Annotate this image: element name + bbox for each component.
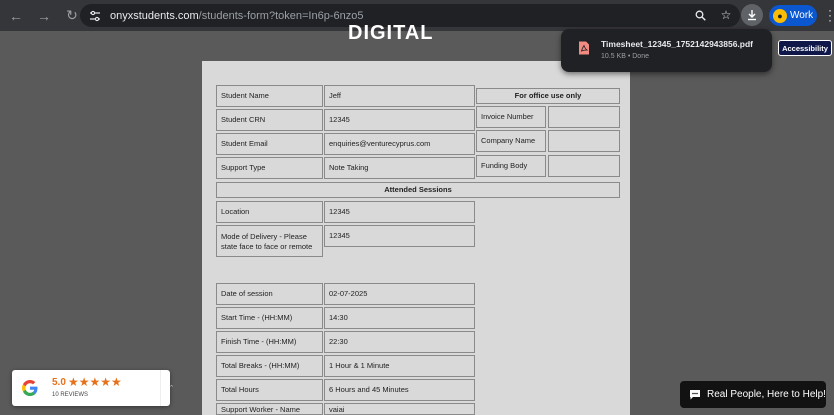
- location-field[interactable]: 12345: [324, 201, 475, 223]
- student-email-field[interactable]: enquiries@venturecyprus.com: [324, 133, 475, 155]
- download-button[interactable]: [741, 4, 763, 26]
- finish-time-label: Finish Time - (HH:MM): [216, 331, 323, 353]
- invoice-number-field[interactable]: [548, 106, 620, 128]
- forward-icon[interactable]: →: [32, 4, 56, 28]
- pdf-file-icon: [579, 41, 589, 55]
- browser-menu-icon[interactable]: · · ·: [826, 4, 834, 26]
- mode-of-delivery-field[interactable]: 12345: [324, 225, 475, 247]
- bookmark-star-icon[interactable]: ☆: [718, 7, 734, 23]
- review-count: 10 REVIEWS: [52, 392, 89, 398]
- student-name-label: Student Name: [216, 85, 323, 107]
- office-use-header: For office use only: [476, 88, 620, 104]
- download-popup: Timesheet_12345_1752142943856.pdf 10.5 K…: [561, 29, 772, 72]
- chat-button[interactable]: Real People, Here to Help!: [680, 381, 826, 408]
- rating-stars: ★★★★★: [68, 375, 122, 389]
- start-time-field[interactable]: 14:30: [324, 307, 475, 329]
- invoice-number-label: Invoice Number: [476, 106, 546, 128]
- back-icon[interactable]: ←: [4, 4, 28, 28]
- support-worker-label: Support Worker - Name: [216, 403, 323, 415]
- chat-bubble-icon: [690, 390, 700, 400]
- rating-value: 5.0: [52, 377, 66, 388]
- date-of-session-label: Date of session: [216, 283, 323, 305]
- url-host: onyxstudents.com: [110, 9, 199, 22]
- profile-label: Work: [790, 10, 814, 21]
- site-info-icon[interactable]: [86, 7, 104, 25]
- support-type-label: Support Type: [216, 157, 323, 179]
- start-time-label: Start Time - (HH:MM): [216, 307, 323, 329]
- download-icon: [748, 10, 756, 21]
- download-filename[interactable]: Timesheet_12345_1752142943856.pdf: [601, 39, 753, 49]
- total-hours-field[interactable]: 6 Hours and 45 Minutes: [324, 379, 475, 401]
- support-type-field[interactable]: Note Taking: [324, 157, 475, 179]
- total-hours-label: Total Hours: [216, 379, 323, 401]
- google-logo-icon: [22, 380, 38, 396]
- student-email-label: Student Email: [216, 133, 323, 155]
- funding-body-field[interactable]: [548, 155, 620, 177]
- mode-of-delivery-label: Mode of Delivery - Please state face to …: [216, 225, 323, 257]
- student-crn-field[interactable]: 12345: [324, 109, 475, 131]
- finish-time-field[interactable]: 22:30: [324, 331, 475, 353]
- attended-sessions-header: Attended Sessions: [216, 182, 620, 198]
- google-review-badge[interactable]: 5.0 ★★★★★ 10 REVIEWS ⌃: [12, 370, 174, 406]
- chat-label: Real People, Here to Help!: [707, 389, 826, 400]
- profile-button[interactable]: ● Work: [769, 5, 817, 26]
- company-name-field[interactable]: [548, 130, 620, 152]
- page-title: DIGITAL FORM: [348, 22, 434, 40]
- chevron-up-icon[interactable]: ⌃: [160, 370, 182, 406]
- funding-body-label: Funding Body: [476, 155, 546, 177]
- date-of-session-field[interactable]: 02-07-2025: [324, 283, 475, 305]
- url-text: onyxstudents.com/students-form?token=In6…: [110, 10, 363, 22]
- company-name-label: Company Name: [476, 130, 546, 152]
- zoom-icon[interactable]: [692, 7, 708, 23]
- student-crn-label: Student CRN: [216, 109, 323, 131]
- accessibility-button[interactable]: Accessibility: [778, 40, 832, 56]
- download-meta: 10.5 KB • Done: [601, 53, 649, 60]
- profile-avatar-icon: ●: [773, 8, 787, 23]
- total-breaks-field[interactable]: 1 Hour & 1 Minute: [324, 355, 475, 377]
- url-path: /students-form?token=In6p-6nzo5: [198, 9, 364, 22]
- location-label: Location: [216, 201, 323, 223]
- student-name-field[interactable]: Jeff: [324, 85, 475, 107]
- support-worker-field[interactable]: vaiai: [324, 403, 475, 415]
- total-breaks-label: Total Breaks - (HH:MM): [216, 355, 323, 377]
